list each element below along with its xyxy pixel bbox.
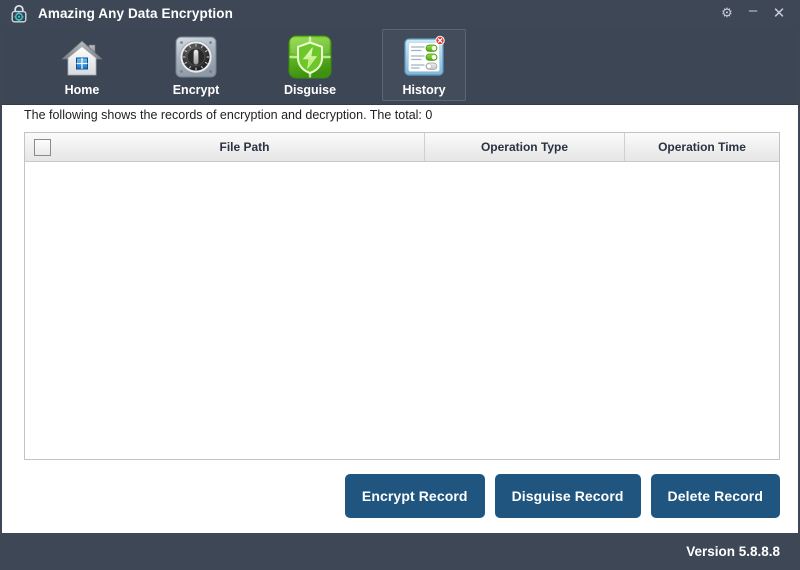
toolbar-item-encrypt[interactable]: Encrypt: [154, 29, 238, 101]
history-list-icon: [400, 33, 448, 81]
table-body-empty[interactable]: [25, 162, 779, 459]
window-title: Amazing Any Data Encryption: [38, 5, 233, 21]
toolbar-label-encrypt: Encrypt: [172, 83, 220, 97]
toolbar-label-disguise: Disguise: [283, 83, 337, 97]
toolbar-label-home: Home: [64, 83, 100, 97]
column-header-operation-type[interactable]: Operation Type: [425, 133, 625, 161]
records-table: File Path Operation Type Operation Time: [24, 132, 780, 460]
app-logo-icon: [9, 3, 29, 23]
toolbar-label-history: History: [402, 83, 446, 97]
settings-gear-icon[interactable]: ⚙: [714, 2, 740, 24]
records-summary-text: The following shows the records of encry…: [24, 108, 433, 122]
version-label: Version 5.8.8.8: [686, 544, 780, 559]
action-button-row: Encrypt Record Disguise Record Delete Re…: [24, 474, 780, 518]
minimize-icon[interactable]: –: [740, 0, 766, 27]
title-bar: Amazing Any Data Encryption ⚙ – ✕: [2, 0, 798, 27]
house-icon: [58, 33, 106, 81]
safe-dial-icon: [172, 33, 220, 81]
status-footer: Version 5.8.8.8: [2, 533, 798, 570]
encrypt-record-button[interactable]: Encrypt Record: [344, 474, 485, 518]
column-header-operation-time[interactable]: Operation Time: [625, 133, 779, 161]
main-toolbar: Home Encrypt Disguise History: [2, 26, 798, 105]
shield-bolt-icon: [286, 33, 334, 81]
toolbar-item-history[interactable]: History: [382, 29, 466, 101]
table-header-row: File Path Operation Type Operation Time: [25, 133, 779, 162]
disguise-record-button[interactable]: Disguise Record: [494, 474, 641, 518]
close-icon[interactable]: ✕: [766, 2, 792, 24]
column-header-select: [25, 133, 65, 161]
column-header-file-path[interactable]: File Path: [65, 133, 425, 161]
window-controls: ⚙ – ✕: [714, 0, 792, 27]
delete-record-button[interactable]: Delete Record: [650, 474, 780, 518]
toolbar-item-disguise[interactable]: Disguise: [268, 29, 352, 101]
application-window: Amazing Any Data Encryption ⚙ – ✕ Home E…: [0, 0, 800, 570]
select-all-checkbox[interactable]: [34, 138, 51, 156]
toolbar-item-home[interactable]: Home: [40, 29, 124, 101]
